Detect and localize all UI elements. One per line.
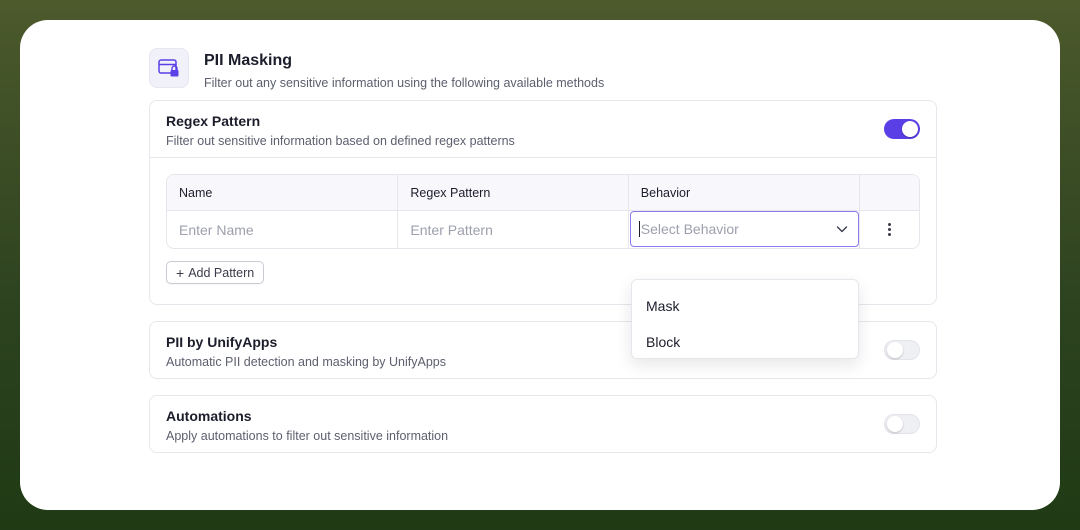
regex-pattern-card: Regex Pattern Filter out sensitive infor… bbox=[149, 100, 937, 305]
automations-card-description: Apply automations to filter out sensitiv… bbox=[166, 429, 449, 443]
pii-masking-section: PII Masking Filter out any sensitive inf… bbox=[149, 48, 937, 453]
card-lock-icon bbox=[149, 48, 189, 88]
pattern-input[interactable] bbox=[410, 221, 628, 238]
section-header: PII Masking Filter out any sensitive inf… bbox=[149, 48, 937, 100]
page-subtitle: Filter out any sensitive information usi… bbox=[204, 76, 605, 90]
more-options-icon[interactable] bbox=[888, 223, 892, 236]
page-title: PII Masking bbox=[204, 52, 293, 69]
column-header-behavior: Behavior bbox=[629, 175, 861, 210]
regex-toggle[interactable] bbox=[884, 119, 920, 139]
table-row: Select Behavior bbox=[167, 211, 919, 248]
regex-card-description: Filter out sensitive information based o… bbox=[166, 134, 515, 148]
behavior-dropdown-menu: Mask Block bbox=[631, 279, 859, 359]
table-header-row: Name Regex Pattern Behavior bbox=[167, 175, 919, 211]
regex-table: Name Regex Pattern Behavior Enter Name E… bbox=[166, 174, 920, 249]
main-panel: PII Masking Filter out any sensitive inf… bbox=[20, 20, 1060, 510]
add-pattern-button[interactable]: + Add Pattern bbox=[166, 261, 265, 284]
behavior-select[interactable]: Select Behavior bbox=[629, 211, 859, 247]
regex-card-title: Regex Pattern bbox=[166, 113, 261, 129]
name-input[interactable] bbox=[179, 221, 398, 238]
unifyapps-toggle[interactable] bbox=[884, 340, 920, 360]
chevron-down-icon bbox=[836, 226, 847, 233]
automations-toggle[interactable] bbox=[884, 414, 920, 434]
column-header-regex: Regex Pattern bbox=[398, 175, 629, 210]
toggle-knob bbox=[887, 342, 903, 358]
plus-icon: + bbox=[176, 264, 185, 281]
automations-card: Automations Apply automations to filter … bbox=[149, 395, 937, 453]
behavior-option-block[interactable]: Block bbox=[632, 324, 858, 360]
column-header-name: Name bbox=[167, 175, 399, 210]
behavior-option-mask[interactable]: Mask bbox=[632, 288, 858, 324]
add-pattern-label: Add Pattern bbox=[188, 265, 255, 280]
toggle-knob bbox=[902, 121, 918, 137]
automations-card-title: Automations bbox=[166, 408, 252, 424]
behavior-select-placeholder: Select Behavior bbox=[640, 221, 739, 237]
toggle-knob bbox=[887, 416, 903, 432]
